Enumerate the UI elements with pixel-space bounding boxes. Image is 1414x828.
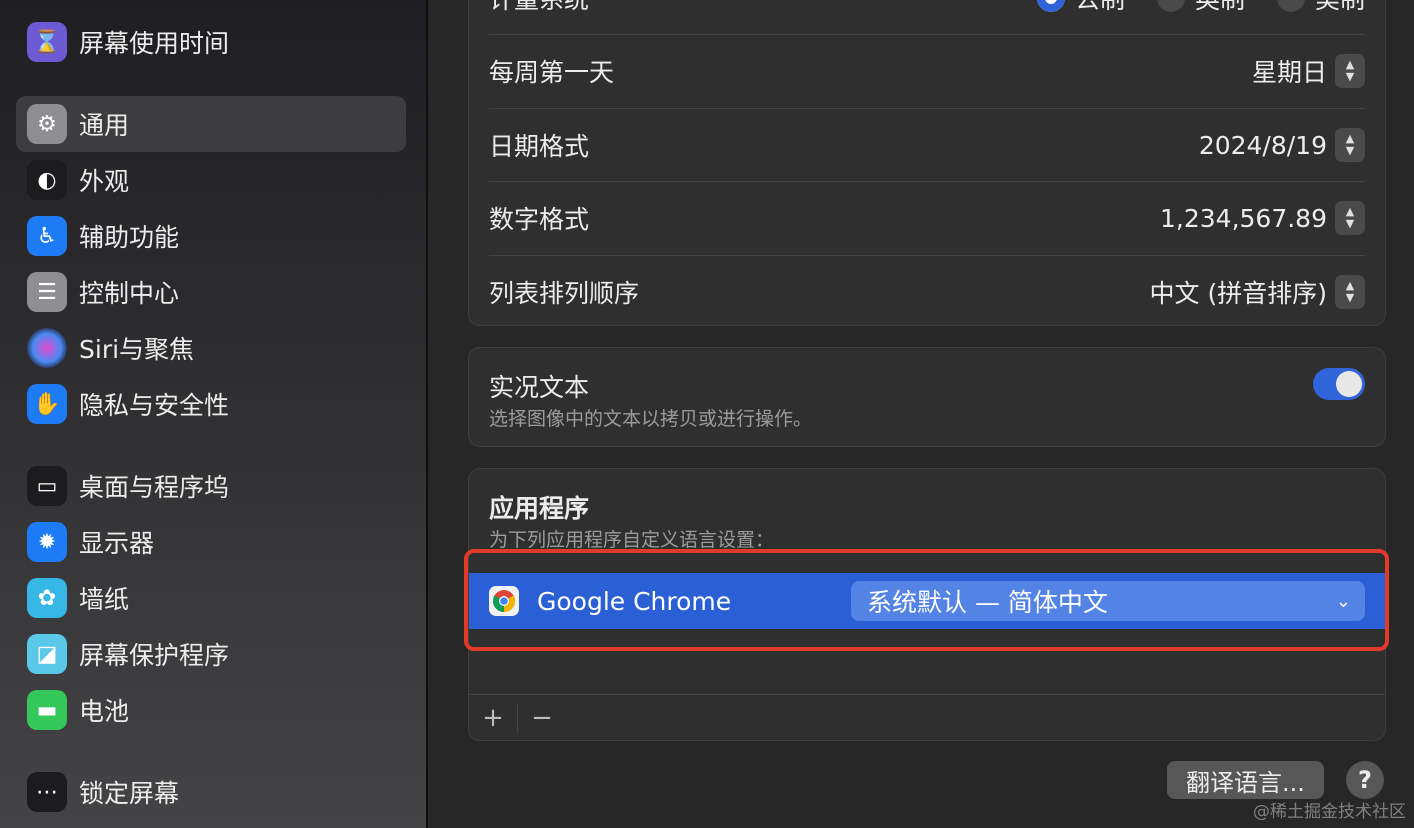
hourglass-icon: ⌛: [27, 22, 67, 62]
add-app-button[interactable]: +: [469, 703, 517, 733]
sidebar-item-screensaver[interactable]: ◪ 屏幕保护程序: [16, 626, 406, 682]
updown-chevron-icon: ▲ ▼: [1335, 54, 1365, 88]
siri-icon: [27, 328, 67, 368]
sidebar-item-accessibility[interactable]: ♿ 辅助功能: [16, 208, 406, 264]
number-format-label: 数字格式: [489, 205, 590, 234]
hand-icon: ✋: [27, 384, 67, 424]
date-format-value: 2024/8/19: [1198, 130, 1327, 160]
list-sort-popup[interactable]: 中文 (拼音排序) ▲ ▼: [1150, 274, 1365, 310]
sidebar-item-label: 辅助功能: [79, 223, 180, 252]
live-text-description-text: 选择图像中的文本以拷贝或进行操作。: [489, 408, 813, 430]
sidebar-item-label: 通用: [79, 111, 130, 140]
dock-icon: ▭: [27, 466, 67, 506]
measurement-radio-group: 公制 英制 美制: [1005, 0, 1365, 16]
radio-imperial-us[interactable]: 美制: [1276, 0, 1365, 16]
sidebar-item-siri[interactable]: Siri与聚焦: [16, 320, 406, 376]
live-text-toggle[interactable]: [1313, 368, 1365, 400]
radio-dot: [1036, 0, 1065, 12]
radio-imperial-uk[interactable]: 英制: [1156, 0, 1245, 16]
list-sort-value: 中文 (拼音排序): [1149, 279, 1327, 308]
sidebar-item-general[interactable]: ⚙ 通用: [16, 96, 406, 152]
first-day-value: 星期日: [1251, 58, 1327, 87]
sidebar-item-label: 显示器: [79, 529, 155, 558]
date-format-row: 日期格式 2024/8/19 ▲ ▼: [489, 108, 1365, 182]
question-mark-icon: ?: [1358, 766, 1372, 794]
sidebar-item-appearance[interactable]: ◐ 外观: [16, 152, 406, 208]
sidebar-item-label: 控制中心: [79, 279, 180, 308]
sidebar-item-wallpaper[interactable]: ✿ 墙纸: [16, 570, 406, 626]
main-content: 计量系统 公制 英制 美制 每周第一天 星期日: [428, 0, 1414, 828]
date-format-popup[interactable]: 2024/8/19 ▲ ▼: [1199, 128, 1365, 162]
brightness-icon: ✹: [27, 522, 67, 562]
updown-chevron-icon: ▲ ▼: [1335, 201, 1365, 235]
radio-dot: [1156, 0, 1185, 12]
sidebar: ⌛ 屏幕使用时间 ⚙ 通用 ◐ 外观 ♿ 辅助功能 ☰ 控制中心 Siri与聚焦…: [0, 0, 426, 828]
gear-icon: ⚙: [27, 104, 67, 144]
accessibility-icon: ♿: [27, 216, 67, 256]
sidebar-item-screen-time[interactable]: ⌛ 屏幕使用时间: [16, 14, 406, 70]
sidebar-item-label: 电池: [79, 697, 130, 726]
sidebar-item-battery[interactable]: ▬ 电池: [16, 682, 406, 738]
sidebar-item-control-center[interactable]: ☰ 控制中心: [16, 264, 406, 320]
apps-title: 应用程序: [489, 489, 589, 525]
sidebar-item-displays[interactable]: ✹ 显示器: [16, 514, 406, 570]
sidebar-item-label: 桌面与程序坞: [79, 473, 230, 502]
format-panel: 计量系统 公制 英制 美制 每周第一天 星期日: [468, 0, 1386, 326]
sidebar-item-label: Siri与聚焦: [79, 335, 195, 364]
battery-icon: ▬: [27, 690, 67, 730]
appearance-icon: ◐: [27, 160, 67, 200]
translation-languages-button[interactable]: 翻译语言...: [1167, 761, 1324, 799]
sidebar-item-label: 隐私与安全性: [79, 391, 230, 420]
remove-app-button[interactable]: −: [518, 703, 566, 733]
live-text-description: 选择图像中的文本以拷贝或进行操作。: [489, 404, 812, 431]
live-text-title: 实况文本: [489, 368, 589, 404]
sidebar-item-label: 锁定屏幕: [79, 779, 180, 808]
first-day-row: 每周第一天 星期日 ▲ ▼: [489, 34, 1365, 108]
sidebar-item-label: 屏幕使用时间: [79, 29, 230, 58]
toggle-knob: [1336, 371, 1362, 397]
live-text-panel: 实况文本 选择图像中的文本以拷贝或进行操作。: [468, 347, 1386, 447]
translation-languages-label: 翻译语言...: [1186, 768, 1305, 797]
list-sort-label: 列表排列顺序: [489, 279, 640, 308]
radio-label: 英制: [1195, 0, 1245, 16]
watermark: @稀土掘金技术社区: [1253, 802, 1406, 822]
sidebar-item-label: 屏幕保护程序: [79, 641, 230, 670]
sidebar-item-lock-screen[interactable]: ⋯ 锁定屏幕: [16, 764, 406, 820]
live-text-title-text: 实况文本: [489, 373, 590, 402]
radio-dot: [1276, 0, 1305, 12]
apps-description: 为下列应用程序自定义语言设置：: [489, 525, 774, 552]
apps-title-text: 应用程序: [489, 494, 590, 523]
list-sort-row: 列表排列顺序 中文 (拼音排序) ▲ ▼: [489, 255, 1365, 329]
screensaver-icon: ◪: [27, 634, 67, 674]
control-center-icon: ☰: [27, 272, 67, 312]
date-format-label: 日期格式: [489, 132, 590, 161]
apps-bottom-bar: + −: [469, 694, 1385, 740]
number-format-value: 1,234,567.89: [1160, 203, 1327, 233]
first-day-popup[interactable]: 星期日 ▲ ▼: [1252, 53, 1365, 89]
radio-metric[interactable]: 公制: [1036, 0, 1125, 16]
number-format-row: 数字格式 1,234,567.89 ▲ ▼: [489, 181, 1365, 255]
sidebar-item-label: 外观: [79, 167, 130, 196]
radio-label: 美制: [1315, 0, 1365, 16]
updown-chevron-icon: ▲ ▼: [1335, 128, 1365, 162]
number-format-popup[interactable]: 1,234,567.89 ▲ ▼: [1160, 201, 1365, 235]
measurement-label: 计量系统: [489, 0, 589, 16]
lock-icon: ⋯: [27, 772, 67, 812]
apps-description-text: 为下列应用程序自定义语言设置：: [489, 529, 775, 551]
flower-icon: ✿: [27, 578, 67, 618]
sidebar-item-desktop-dock[interactable]: ▭ 桌面与程序坞: [16, 458, 406, 514]
sidebar-item-privacy[interactable]: ✋ 隐私与安全性: [16, 376, 406, 432]
highlight-annotation: [464, 549, 1389, 651]
help-button[interactable]: ?: [1346, 761, 1384, 799]
radio-label: 公制: [1075, 0, 1125, 16]
first-day-label: 每周第一天: [489, 58, 615, 87]
sidebar-item-label: 墙纸: [79, 585, 130, 614]
measurement-row: 计量系统 公制 英制 美制: [489, 0, 1365, 35]
updown-chevron-icon: ▲ ▼: [1335, 275, 1365, 309]
